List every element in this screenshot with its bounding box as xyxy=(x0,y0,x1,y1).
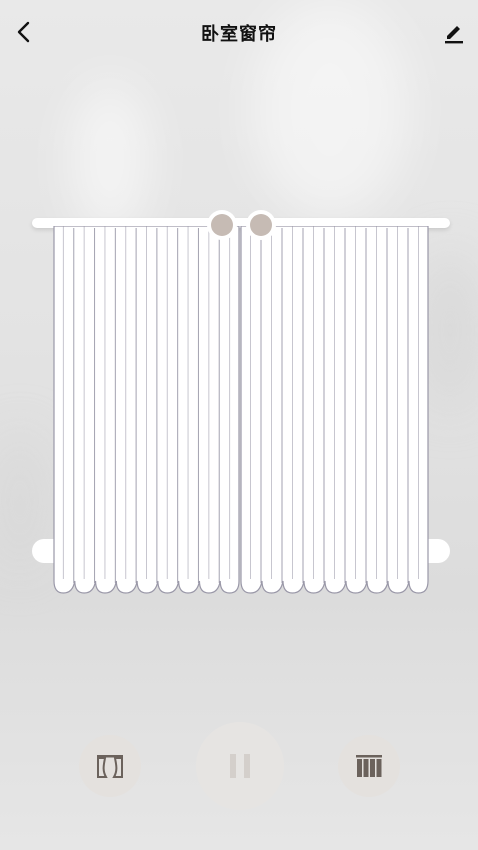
open-curtain-button[interactable] xyxy=(79,735,141,797)
ring-dot xyxy=(211,214,233,236)
page-title: 卧室窗帘 xyxy=(201,24,277,45)
pause-curtain-button[interactable] xyxy=(196,722,284,810)
curtain-close-icon xyxy=(356,755,382,777)
curtain-panel-right-shape xyxy=(240,226,429,594)
curtain-panel-left xyxy=(53,226,240,596)
curtain-open-icon xyxy=(97,755,123,778)
curtain-ring-left xyxy=(207,210,237,240)
close-curtain-button[interactable] xyxy=(338,735,400,797)
header: 卧室窗帘 xyxy=(0,0,478,64)
curtain-visual xyxy=(0,200,478,620)
edit-button[interactable] xyxy=(438,14,470,50)
ring-dot xyxy=(250,214,272,236)
pause-icon xyxy=(230,754,250,778)
curtain-panel-right xyxy=(240,226,429,596)
pencil-icon xyxy=(445,26,463,44)
curtain-ring-right xyxy=(246,210,276,240)
curtain-panel-left-shape xyxy=(53,226,240,594)
